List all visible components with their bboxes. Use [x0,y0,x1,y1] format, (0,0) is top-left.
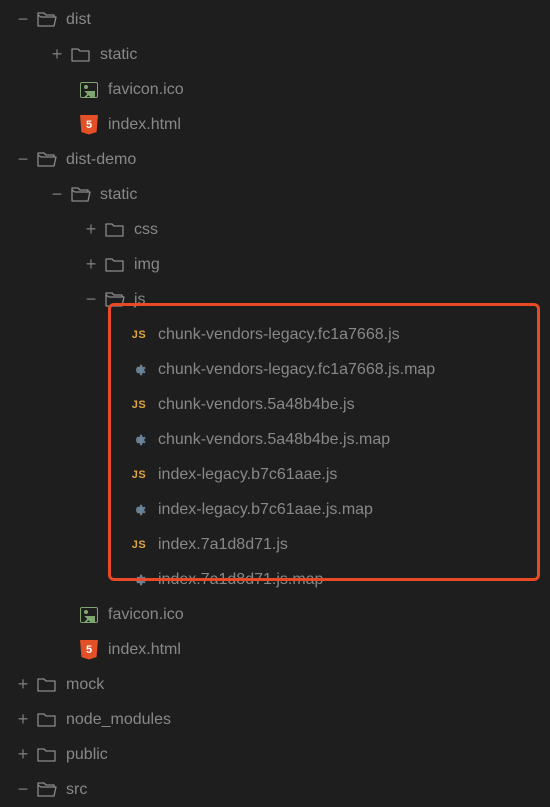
expand-icon[interactable]: + [10,744,36,765]
tree-folder-dist-demo-css[interactable]: + css [0,212,550,247]
tree-folder-dist-demo[interactable]: − dist-demo [0,142,550,177]
tree-item-label: static [100,186,137,204]
tree-item-label: css [134,221,158,239]
collapse-icon[interactable]: − [44,184,70,205]
tree-file-f2[interactable]: chunk-vendors-legacy.fc1a7668.js.map [0,352,550,387]
tree-file-dist-index[interactable]: 5 index.html [0,107,550,142]
js-icon: JS [128,534,150,556]
tree-file-dist-favicon[interactable]: favicon.ico [0,72,550,107]
tree-folder-dist[interactable]: − dist [0,2,550,37]
tree-folder-dist-demo-img[interactable]: + img [0,247,550,282]
tree-folder-dist-demo-js[interactable]: − js [0,282,550,317]
expand-icon[interactable]: + [10,709,36,730]
html5-icon: 5 [78,114,100,136]
tree-item-label: static [100,46,137,64]
tree-item-label: index.7a1d8d71.js.map [158,571,323,589]
tree-item-label: index.html [108,116,181,134]
tree-file-f4[interactable]: chunk-vendors.5a48b4be.js.map [0,422,550,457]
folder-open-icon [36,9,58,31]
folder-icon [104,219,126,241]
tree-folder-node_modules[interactable]: + node_modules [0,702,550,737]
tree-item-label: js [134,291,146,309]
tree-item-label: chunk-vendors.5a48b4be.js.map [158,431,390,449]
tree-item-label: index-legacy.b7c61aae.js.map [158,501,373,519]
tree-item-label: index-legacy.b7c61aae.js [158,466,337,484]
gear-icon [128,429,150,451]
tree-item-label: img [134,256,160,274]
collapse-icon[interactable]: − [10,779,36,800]
gear-icon [128,359,150,381]
tree-item-label: dist [66,11,91,29]
tree-item-label: chunk-vendors.5a48b4be.js [158,396,355,414]
expand-icon[interactable]: + [10,674,36,695]
tree-file-dist-demo-favicon[interactable]: favicon.ico [0,597,550,632]
tree-item-label: favicon.ico [108,606,184,624]
js-icon: JS [128,394,150,416]
tree-folder-public[interactable]: + public [0,737,550,772]
tree-file-f6[interactable]: index-legacy.b7c61aae.js.map [0,492,550,527]
folder-icon [36,674,58,696]
folder-icon [36,744,58,766]
tree-folder-dist-static[interactable]: + static [0,37,550,72]
image-icon [78,604,100,626]
image-icon [78,79,100,101]
tree-item-label: index.7a1d8d71.js [158,536,288,554]
tree-folder-mock[interactable]: + mock [0,667,550,702]
folder-open-icon [36,149,58,171]
tree-item-label: favicon.ico [108,81,184,99]
folder-open-icon [70,184,92,206]
folder-open-icon [36,779,58,801]
expand-icon[interactable]: + [78,254,104,275]
js-icon: JS [128,464,150,486]
tree-file-f8[interactable]: index.7a1d8d71.js.map [0,562,550,597]
collapse-icon[interactable]: − [78,289,104,310]
folder-icon [36,709,58,731]
tree-item-label: mock [66,676,104,694]
js-icon: JS [128,324,150,346]
folder-icon [104,254,126,276]
tree-file-f5[interactable]: JS index-legacy.b7c61aae.js [0,457,550,492]
tree-item-label: chunk-vendors-legacy.fc1a7668.js [158,326,400,344]
tree-file-f3[interactable]: JS chunk-vendors.5a48b4be.js [0,387,550,422]
folder-icon [70,44,92,66]
expand-icon[interactable]: + [78,219,104,240]
tree-item-label: src [66,781,87,799]
tree-item-label: index.html [108,641,181,659]
html5-icon: 5 [78,639,100,661]
tree-folder-dist-demo-static[interactable]: − static [0,177,550,212]
tree-file-f7[interactable]: JS index.7a1d8d71.js [0,527,550,562]
tree-file-dist-demo-index[interactable]: 5 index.html [0,632,550,667]
folder-open-icon [104,289,126,311]
tree-item-label: dist-demo [66,151,136,169]
tree-folder-src[interactable]: − src [0,772,550,807]
collapse-icon[interactable]: − [10,9,36,30]
tree-item-label: node_modules [66,711,171,729]
gear-icon [128,499,150,521]
expand-icon[interactable]: + [44,44,70,65]
tree-item-label: public [66,746,108,764]
gear-icon [128,569,150,591]
file-tree: − dist+ staticfavicon.ico5index.html− di… [0,0,550,807]
collapse-icon[interactable]: − [10,149,36,170]
tree-item-label: chunk-vendors-legacy.fc1a7668.js.map [158,361,435,379]
tree-file-f1[interactable]: JS chunk-vendors-legacy.fc1a7668.js [0,317,550,352]
